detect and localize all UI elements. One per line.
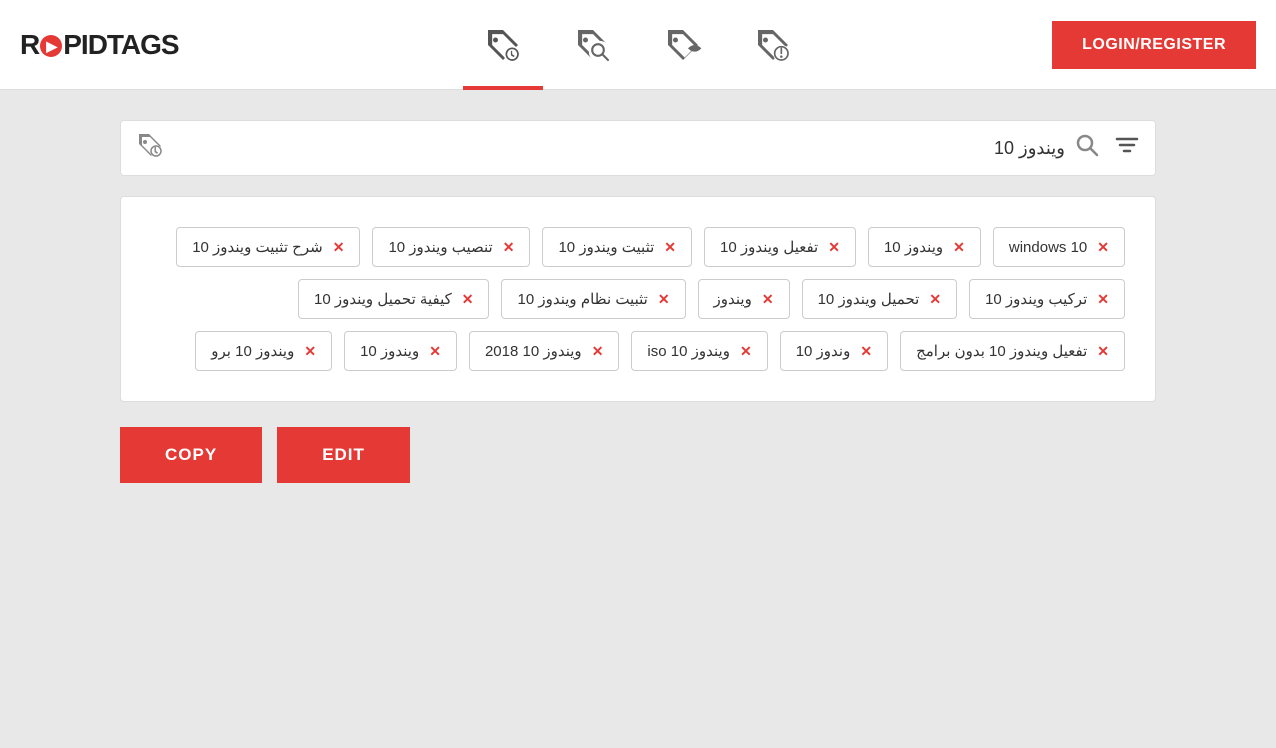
nav-tag-settings[interactable] [463, 0, 543, 90]
tag-close-icon[interactable]: ✕ [503, 239, 515, 256]
tag-item: ✕ windows 10 [993, 227, 1125, 267]
nav-tag-generate[interactable] [643, 0, 723, 90]
tag-label: تفعيل ويندوز 10 [720, 238, 818, 256]
search-input[interactable] [174, 138, 1065, 159]
tag-item: ✕ تحميل ويندوز 10 [802, 279, 957, 319]
search-icon [1075, 133, 1099, 157]
tag-generate-icon [663, 25, 703, 65]
nav-tag-search[interactable] [553, 0, 633, 90]
filter-icon [1114, 132, 1140, 158]
tag-item: ✕ ويندوز 10 برو [195, 331, 332, 371]
logo-icon: ▶ [40, 35, 62, 57]
tag-close-icon[interactable]: ✕ [664, 239, 676, 256]
search-button[interactable] [1075, 133, 1099, 163]
tag-close-icon[interactable]: ✕ [304, 343, 316, 360]
tag-audit-icon [753, 25, 793, 65]
tag-close-icon[interactable]: ✕ [429, 343, 441, 360]
tag-item: ✕ ويندوز [698, 279, 790, 319]
tag-close-icon[interactable]: ✕ [658, 291, 670, 308]
tag-close-icon[interactable]: ✕ [762, 291, 774, 308]
tag-close-icon[interactable]: ✕ [828, 239, 840, 256]
nav-tag-audit[interactable] [733, 0, 813, 90]
tag-item: ✕ تثبيت ويندوز 10 [542, 227, 692, 267]
tag-close-icon[interactable]: ✕ [1097, 343, 1109, 360]
tag-close-icon[interactable]: ✕ [860, 343, 872, 360]
tag-item: ✕ شرح تثبيت ويندوز 10 [176, 227, 360, 267]
tag-item: ✕ كيفية تحميل ويندوز 10 [298, 279, 489, 319]
tag-item: ✕ ويندوز 10 [344, 331, 457, 371]
tag-label: ويندوز 10 [360, 342, 419, 360]
tags-grid: ✕ windows 10 ✕ ويندوز 10 ✕ تفعيل ويندوز 10 ✕ تث… [151, 227, 1125, 371]
tag-close-icon[interactable]: ✕ [592, 343, 604, 360]
tag-label: ويندوز [714, 290, 752, 308]
action-buttons: COPY EDIT [0, 402, 1276, 508]
logo: R▶PIDTAGS [20, 29, 179, 61]
tag-icon [136, 131, 164, 165]
tag-item: ✕ تفعيل ويندوز 10 [704, 227, 856, 267]
tag-close-icon[interactable]: ✕ [333, 239, 345, 256]
tag-item: ✕ تركيب ويندوز 10 [969, 279, 1125, 319]
search-box [120, 120, 1156, 176]
tag-item: ✕ تفعيل ويندوز 10 بدون برامج [900, 331, 1125, 371]
tag-item: ✕ وندوز 10 [780, 331, 888, 371]
tag-search-icon [573, 25, 613, 65]
edit-button[interactable]: EDIT [277, 427, 410, 483]
tag-label: تثبيت نظام ويندوز 10 [517, 290, 647, 308]
nav-bar [463, 0, 813, 90]
tag-item: ✕ ويندوز 10 [868, 227, 981, 267]
header: R▶PIDTAGS [0, 0, 1276, 90]
tag-item: ✕ تنصيب ويندوز 10 [372, 227, 530, 267]
tag-item: ✕ ويندوز 10 2018 [469, 331, 619, 371]
tag-label: تحميل ويندوز 10 [818, 290, 920, 308]
tag-close-icon[interactable]: ✕ [953, 239, 965, 256]
tags-container: ✕ windows 10 ✕ ويندوز 10 ✕ تفعيل ويندوز 10 ✕ تث… [120, 196, 1156, 402]
tag-label: وندوز 10 [796, 342, 851, 360]
tag-label: ويندوز 10 [884, 238, 943, 256]
filter-button[interactable] [1114, 132, 1140, 164]
tag-label: كيفية تحميل ويندوز 10 [314, 290, 452, 308]
tag-close-icon[interactable]: ✕ [929, 291, 941, 308]
tag-label: ويندوز 10 برو [211, 342, 294, 360]
tag-close-icon[interactable]: ✕ [740, 343, 752, 360]
tag-label: ويندوز 10 2018 [485, 342, 582, 360]
tag-label: شرح تثبيت ويندوز 10 [192, 238, 323, 256]
tag-label: تركيب ويندوز 10 [985, 290, 1087, 308]
tag-label: تفعيل ويندوز 10 بدون برامج [916, 342, 1087, 360]
tag-item: ✕ تثبيت نظام ويندوز 10 [501, 279, 685, 319]
copy-button[interactable]: COPY [120, 427, 262, 483]
tag-item: ✕ ويندوز 10 iso [631, 331, 767, 371]
tag-label: تثبيت ويندوز 10 [558, 238, 654, 256]
tag-label: تنصيب ويندوز 10 [388, 238, 492, 256]
tag-settings-icon [483, 25, 523, 65]
tag-label: windows 10 [1009, 239, 1087, 256]
tag-close-icon[interactable]: ✕ [1097, 239, 1109, 256]
tag-close-icon[interactable]: ✕ [462, 291, 474, 308]
tag-label: ويندوز 10 iso [647, 342, 730, 360]
search-container [0, 90, 1276, 196]
login-register-button[interactable]: LOGIN/REGISTER [1052, 21, 1256, 69]
tag-close-icon[interactable]: ✕ [1097, 291, 1109, 308]
